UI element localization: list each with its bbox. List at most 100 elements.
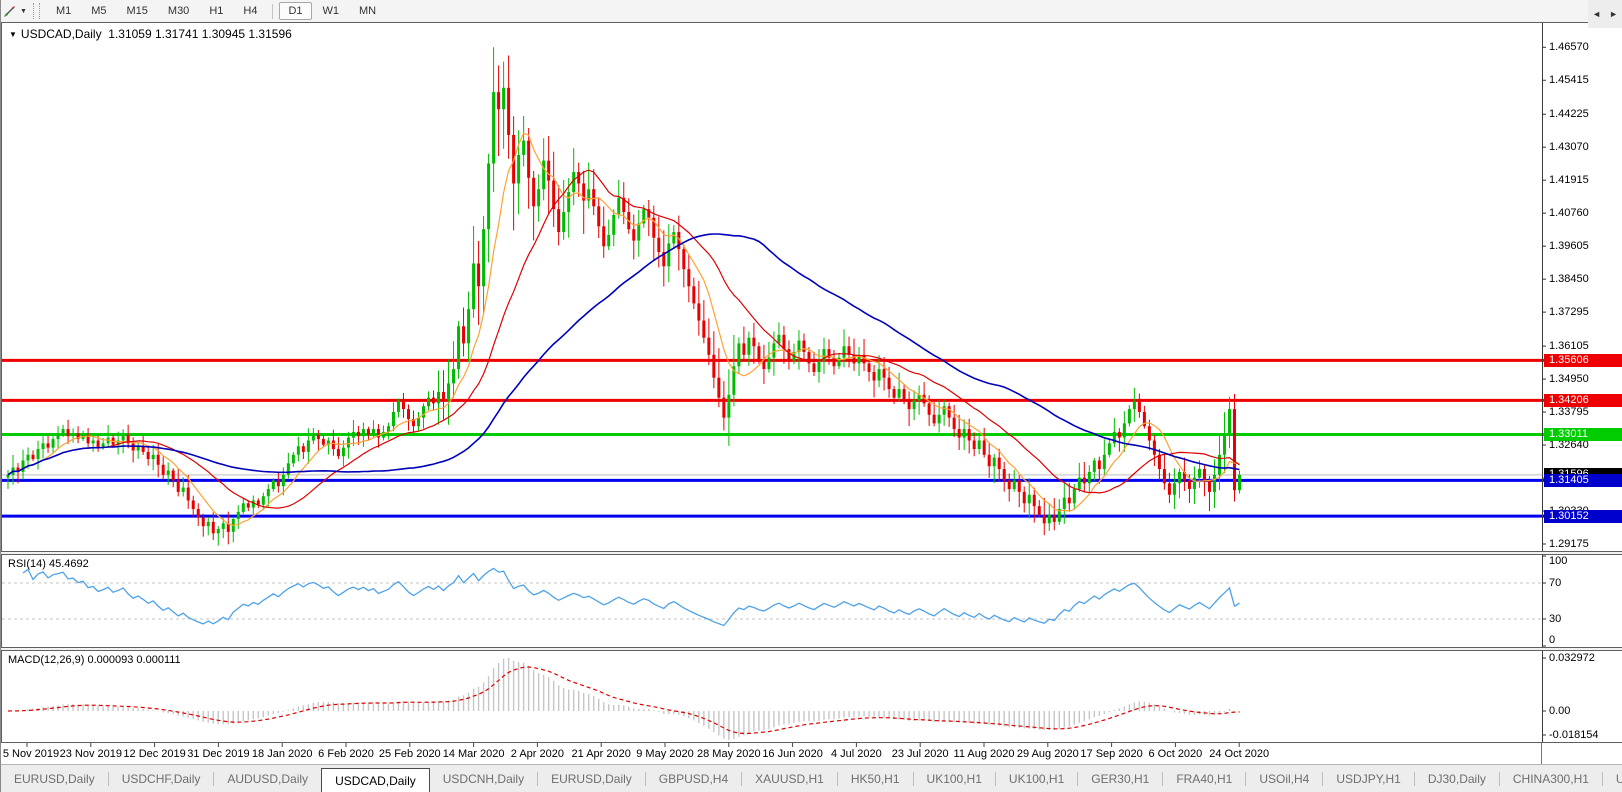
timeframe-button-M5[interactable]: M5 (82, 2, 115, 20)
price-tick-label: 1.29175 (1549, 538, 1589, 550)
tab-scroll-left-icon[interactable]: ◄ (1592, 9, 1601, 19)
macd-canvas[interactable] (2, 651, 1622, 742)
rsi-tick-label: 100 (1549, 555, 1567, 567)
date-tick-label: 18 Jan 2020 (252, 748, 313, 760)
date-tick-label: 2 Apr 2020 (511, 748, 564, 760)
timeframe-button-MN[interactable]: MN (350, 2, 385, 20)
macd-pane: MACD(12,26,9) 0.000093 0.000111 0.032972… (1, 650, 1622, 743)
price-tick-label: 1.44225 (1549, 108, 1589, 120)
toolbar-grip[interactable] (33, 3, 40, 19)
price-badge-1.30152: 1.30152 (1544, 510, 1622, 523)
rsi-pane: RSI(14) 45.4692 100 70 30 0 (1, 554, 1622, 648)
tab-scroll-right-icon[interactable]: ► (1609, 9, 1618, 19)
date-tick-label: 14 Mar 2020 (443, 748, 505, 760)
date-tick-label: 12 Dec 2019 (123, 748, 185, 760)
chart-symbol-label: USDCAD,Daily (21, 27, 102, 41)
rsi-canvas[interactable] (2, 555, 1622, 647)
timeframe-button-W1[interactable]: W1 (314, 2, 349, 20)
price-tick-label: 1.36105 (1549, 340, 1589, 352)
macd-tick-label: 0.032972 (1549, 652, 1595, 664)
rsi-tick-label: 0 (1549, 634, 1555, 646)
rsi-tick-label: 30 (1549, 613, 1561, 625)
timeframe-buttons: M1M5M15M30H1H4 D1W1MN (46, 2, 386, 20)
chart-tab-CHINA300-H1[interactable]: CHINA300,H1 (1500, 768, 1602, 790)
chart-tab-USOil-H1[interactable]: USOil,H1 (1603, 768, 1622, 790)
macd-title: MACD(12,26,9) 0.000093 0.000111 (8, 654, 181, 666)
date-tick-label: 6 Oct 2020 (1148, 748, 1202, 760)
tab-scroll-controls: ◄ ► (1588, 0, 1622, 28)
date-tick-label: 17 Sep 2020 (1080, 748, 1142, 760)
chart-tab-EURUSD-Daily[interactable]: EURUSD,Daily (1, 768, 108, 790)
chart-tab-DJ30-Daily[interactable]: DJ30,Daily (1415, 768, 1499, 790)
candles (7, 47, 1242, 545)
timeframe-button-D1[interactable]: D1 (279, 2, 311, 20)
timeframe-button-M1[interactable]: M1 (47, 2, 80, 20)
time-axis[interactable]: 5 Nov 201923 Nov 201912 Dec 201931 Dec 2… (1, 743, 1622, 764)
date-tick-label: 23 Jul 2020 (892, 748, 949, 760)
chart-tab-USDCAD-Daily[interactable]: USDCAD,Daily (321, 768, 430, 792)
price-tick-label: 1.39605 (1549, 240, 1589, 252)
chart-tab-GER30-H1[interactable]: GER30,H1 (1078, 768, 1162, 790)
price-badge-1.31405: 1.31405 (1544, 474, 1622, 487)
rsi-value: 45.4692 (49, 558, 89, 570)
price-badge-1.33011: 1.33011 (1544, 428, 1622, 441)
date-tick-label: 5 Nov 2019 (3, 748, 59, 760)
macd-tick-label: 0.00 (1549, 705, 1570, 717)
price-chart-pane: ▼ USDCAD,Daily 1.31059 1.31741 1.30945 1.… (1, 22, 1622, 552)
chart-ohlc-values: 1.31059 1.31741 1.30945 1.31596 (108, 27, 292, 41)
chart-tab-FRA40-H1[interactable]: FRA40,H1 (1163, 768, 1245, 790)
rsi-label: RSI(14) (8, 558, 46, 570)
date-tick-label: 11 Aug 2020 (954, 748, 1015, 760)
price-tick-label: 1.40760 (1549, 207, 1589, 219)
chevron-down-icon[interactable]: ▼ (20, 8, 27, 15)
timeframe-toolbar: ▼ M1M5M15M30H1H4 D1W1MN (1, 0, 1622, 23)
rsi-title: RSI(14) 45.4692 (8, 558, 89, 570)
rsi-tick-label: 70 (1549, 577, 1561, 589)
chart-tab-HK50-H1[interactable]: HK50,H1 (838, 768, 913, 790)
chart-tab-USDCHF-Daily[interactable]: USDCHF,Daily (109, 768, 214, 790)
date-tick-label: 24 Oct 2020 (1209, 748, 1269, 760)
timeframe-button-M15[interactable]: M15 (118, 2, 157, 20)
chart-tab-XAUUSD-H1[interactable]: XAUUSD,H1 (742, 768, 837, 790)
toolbar-separator (272, 4, 273, 19)
chart-tab-bar: EURUSD,DailyUSDCHF,DailyAUDUSD,DailyUSDC… (1, 764, 1622, 792)
macd-label: MACD(12,26,9) (8, 654, 84, 666)
ma-slow-line (8, 234, 1240, 475)
price-tick-label: 1.45415 (1549, 74, 1589, 86)
chart-tab-USOil-H4[interactable]: USOil,H4 (1246, 768, 1322, 790)
price-tick-label: 1.37295 (1549, 306, 1589, 318)
date-tick-label: 28 May 2020 (697, 748, 761, 760)
chart-title: ▼ USDCAD,Daily 1.31059 1.31741 1.30945 1.… (9, 27, 292, 41)
chart-tab-UK100-H1[interactable]: UK100,H1 (996, 768, 1077, 790)
date-tick-label: 4 Jul 2020 (831, 748, 882, 760)
macd-histogram (8, 658, 1240, 740)
mt4-window: ▼ M1M5M15M30H1H4 D1W1MN ▼ USDCAD,Daily 1.3… (0, 0, 1622, 792)
timeframe-button-H1[interactable]: H1 (200, 2, 232, 20)
price-tick-label: 1.33795 (1549, 406, 1589, 418)
date-tick-label: 31 Dec 2019 (187, 748, 249, 760)
price-tick-label: 1.38450 (1549, 273, 1589, 285)
chart-tab-USDJPY-H1[interactable]: USDJPY,H1 (1323, 768, 1413, 790)
price-tick-label: 1.43070 (1549, 141, 1589, 153)
rsi-line (23, 568, 1239, 625)
chart-tab-GBPUSD-H4[interactable]: GBPUSD,H4 (646, 768, 741, 790)
date-tick-label: 25 Feb 2020 (379, 748, 441, 760)
chart-tab-USDCNH-Daily[interactable]: USDCNH,Daily (430, 768, 537, 790)
chart-tab-UK100-H1[interactable]: UK100,H1 (914, 768, 995, 790)
price-badge-1.34206: 1.34206 (1544, 394, 1622, 407)
date-tick-label: 9 May 2020 (636, 748, 693, 760)
date-tick-label: 29 Aug 2020 (1017, 748, 1079, 760)
chart-title-caret-icon[interactable]: ▼ (9, 30, 17, 39)
timeframe-button-M30[interactable]: M30 (159, 2, 198, 20)
date-tick-label: 21 Apr 2020 (572, 748, 631, 760)
price-tick-label: 1.34950 (1549, 373, 1589, 385)
chart-tab-AUDUSD-Daily[interactable]: AUDUSD,Daily (214, 768, 321, 790)
macd-tick-label: -0.018154 (1549, 729, 1599, 741)
price-tick-label: 1.41915 (1549, 174, 1589, 186)
chart-tab-EURUSD-Daily[interactable]: EURUSD,Daily (538, 768, 645, 790)
timeframe-button-H4[interactable]: H4 (234, 2, 266, 20)
date-tick-label: 16 Jun 2020 (762, 748, 823, 760)
price-badge-1.35606: 1.35606 (1544, 354, 1622, 367)
chart-cursor-icon[interactable] (2, 3, 18, 19)
price-chart-canvas[interactable] (2, 23, 1622, 551)
